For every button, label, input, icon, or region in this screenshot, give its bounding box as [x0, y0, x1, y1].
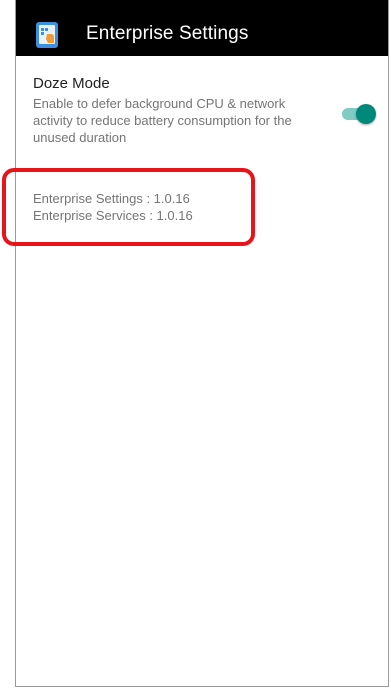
enterprise-settings-app-icon [36, 22, 58, 48]
highlight-annotation [2, 168, 255, 246]
settings-screen: Enterprise Settings Doze Mode Enable to … [15, 0, 389, 687]
app-title: Enterprise Settings [86, 23, 249, 44]
app-bar: Enterprise Settings [16, 0, 388, 56]
doze-mode-toggle[interactable] [342, 103, 376, 125]
doze-mode-summary: Enable to defer background CPU & network… [33, 96, 292, 145]
toggle-thumb [356, 104, 376, 124]
doze-mode-preference[interactable]: Doze Mode Enable to defer background CPU… [33, 74, 363, 146]
doze-mode-title: Doze Mode [33, 75, 110, 92]
